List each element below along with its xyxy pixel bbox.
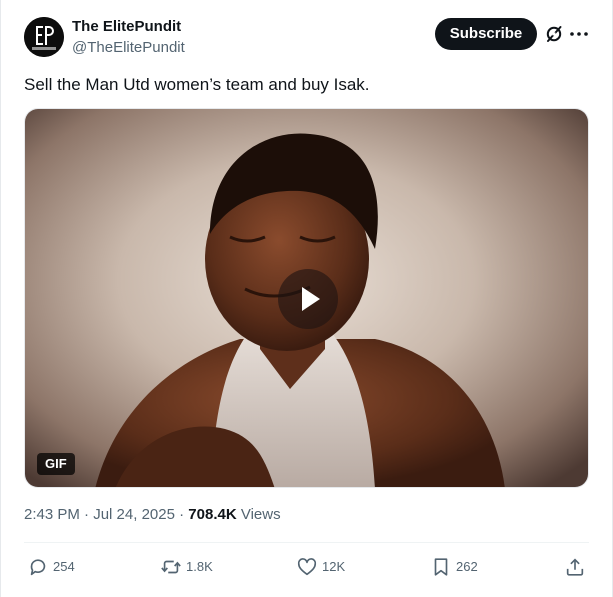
repost-count: 1.8K [186, 559, 213, 574]
tweet-media-gif[interactable]: GIF [24, 108, 589, 488]
meta-separator: · [84, 506, 94, 523]
heart-icon [297, 558, 317, 576]
tweet-text: Sell the Man Utd women’s team and buy Is… [24, 75, 370, 94]
grok-icon[interactable] [544, 24, 564, 44]
actions-divider [24, 542, 589, 543]
tweet-time[interactable]: 2:43 PM [24, 506, 80, 523]
reply-count: 254 [53, 559, 75, 574]
views-count: 708.4K [188, 506, 237, 523]
share-button[interactable] [564, 555, 586, 579]
tweet-date[interactable]: Jul 24, 2025 [93, 506, 175, 523]
repost-button[interactable]: 1.8K [160, 555, 213, 579]
repost-icon [161, 560, 181, 574]
tweet-card: The ElitePundit @TheElitePundit Subscrib… [0, 0, 613, 597]
bookmark-count: 262 [456, 559, 478, 574]
bookmark-icon [434, 558, 448, 576]
play-button[interactable] [278, 269, 338, 329]
author-avatar[interactable] [24, 17, 64, 57]
like-button[interactable]: 12K [296, 555, 345, 579]
reply-icon [30, 559, 46, 576]
share-icon [566, 558, 584, 576]
bookmark-button[interactable]: 262 [430, 555, 478, 579]
reply-button[interactable]: 254 [27, 555, 75, 579]
meta-separator: · [179, 506, 189, 523]
tweet-meta: 2:43 PM · Jul 24, 2025 · 708.4K Views [24, 505, 281, 525]
author-handle[interactable]: @TheElitePundit [72, 39, 185, 57]
gif-badge: GIF [37, 453, 75, 475]
author-name[interactable]: The ElitePundit [72, 18, 181, 36]
subscribe-button[interactable]: Subscribe [435, 18, 537, 50]
like-count: 12K [322, 559, 346, 574]
views-label: Views [240, 506, 281, 523]
more-options-icon[interactable] [568, 24, 590, 44]
